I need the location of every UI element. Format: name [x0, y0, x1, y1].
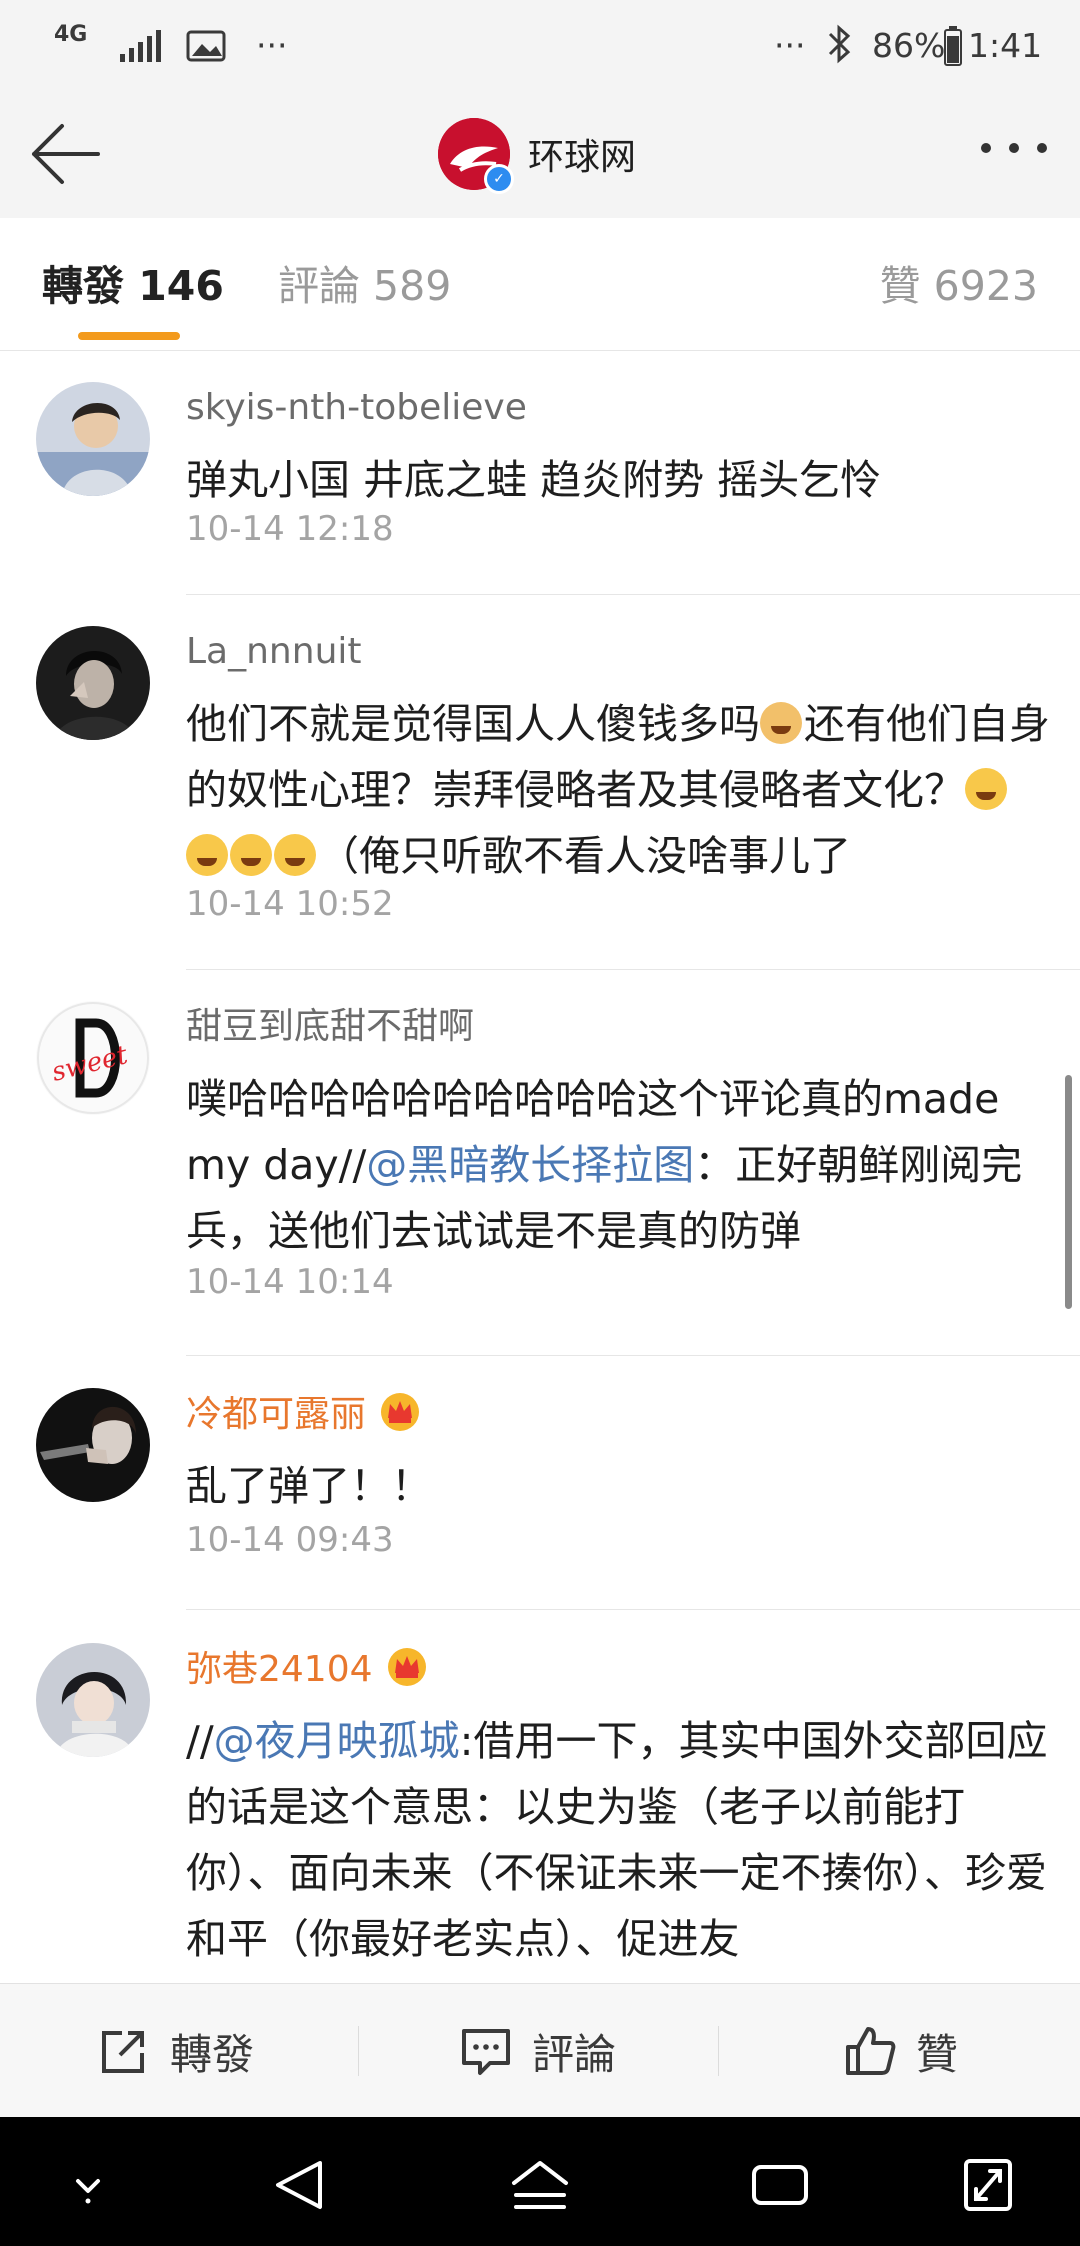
username[interactable]: 弥巷24104: [186, 1645, 429, 1694]
laugh-cry-emoji-icon: [230, 834, 272, 876]
divider: [358, 2026, 359, 2076]
timestamp: 10-14 09:43: [186, 1520, 394, 1560]
battery-icon: [944, 26, 962, 66]
share-icon: [102, 2031, 144, 2073]
back-triangle-icon[interactable]: [270, 2157, 330, 2213]
account-avatar[interactable]: ✓: [438, 118, 514, 194]
timestamp: 10-14 10:52: [186, 884, 394, 924]
timestamp: 10-14 12:18: [186, 509, 394, 549]
page-title: 环球网: [528, 137, 637, 178]
tab-reposts[interactable]: 轉發 146: [42, 258, 224, 314]
expand-icon[interactable]: [958, 2157, 1018, 2213]
like-button[interactable]: 贊: [844, 1984, 958, 2118]
avatar[interactable]: [36, 1388, 150, 1502]
avatar[interactable]: [36, 1643, 150, 1757]
username[interactable]: 甜豆到底甜不甜啊: [186, 1003, 474, 1051]
list-item[interactable]: 弥巷24104 //@夜月映孤城:借用一下，其实中国外交部回应的话是这个意思：以…: [0, 1610, 1080, 1983]
username[interactable]: skyis-nth-tobelieve: [186, 384, 527, 432]
more-options-icon[interactable]: [976, 138, 1052, 158]
bluetooth-icon: [828, 24, 851, 64]
avatar[interactable]: [36, 626, 150, 740]
more-notifications-indicator: ···: [256, 26, 288, 65]
tab-comments[interactable]: 評論 589: [278, 258, 451, 314]
vip-crown-icon: [387, 1648, 426, 1686]
username[interactable]: 冷都可露丽: [186, 1390, 422, 1439]
list-item[interactable]: skyis-nth-tobelieve 弹丸小国 井底之蛙 趋炎附势 摇头乞怜 …: [0, 351, 1080, 595]
thumbs-up-icon: [846, 2027, 896, 2075]
avatar[interactable]: [36, 382, 150, 496]
comment-text: 噗哈哈哈哈哈哈哈哈哈哈这个评论真的made my day//@黑暗教长择拉图：正…: [186, 1075, 1023, 1255]
account-header[interactable]: ✓ 环球网: [438, 116, 637, 194]
list-item[interactable]: La_nnnuit 他们不就是觉得国人人傻钱多吗 还有他们自身的奴性心理？崇拜侵略…: [0, 595, 1080, 970]
action-bar: 轉發 評論 贊: [0, 1983, 1080, 2118]
more-status-indicator: ···: [774, 26, 806, 65]
laugh-cry-emoji-icon: [186, 834, 228, 876]
comment-button[interactable]: 評論: [460, 1984, 616, 2118]
divider: [718, 2026, 719, 2076]
back-arrow-icon[interactable]: [26, 118, 106, 190]
network-type: 4G: [54, 22, 88, 47]
repost-button[interactable]: 轉發: [98, 1984, 254, 2118]
signal-icon: [120, 30, 161, 62]
list-item[interactable]: sweet 甜豆到底甜不甜啊 噗哈哈哈哈哈哈哈哈哈哈这个评论真的made my …: [0, 970, 1080, 1356]
mention-link[interactable]: @黑暗教长择拉图: [366, 1141, 694, 1189]
laugh-cry-emoji-icon: [274, 834, 316, 876]
gallery-notification-icon: [186, 30, 226, 62]
active-tab-indicator: [78, 332, 180, 340]
avatar[interactable]: sweet: [36, 1001, 150, 1115]
hide-keyboard-icon[interactable]: [58, 2157, 118, 2213]
home-icon[interactable]: [510, 2157, 570, 2213]
laugh-cry-emoji-icon: [965, 768, 1007, 810]
tab-likes[interactable]: 贊 6923: [880, 258, 1038, 314]
doge-emoji-icon: [760, 702, 802, 744]
status-bar: 4G ··· ··· 86% 1:41: [0, 0, 1080, 92]
nav-bar: ✓ 环球网: [0, 92, 1080, 219]
tab-bar: 轉發 146 評論 589 贊 6923: [0, 218, 1080, 351]
comment-icon: [462, 2029, 510, 2075]
list-item[interactable]: 冷都可露丽 乱了弹了！！ 10-14 09:43: [0, 1356, 1080, 1610]
repost-list[interactable]: skyis-nth-tobelieve 弹丸小国 井底之蛙 趋炎附势 摇头乞怜 …: [0, 351, 1080, 1983]
clock: 1:41: [968, 26, 1043, 65]
comment-text: 弹丸小国 井底之蛙 趋炎附势 摇头乞怜: [186, 456, 882, 504]
recent-apps-icon[interactable]: [750, 2157, 810, 2213]
verified-badge-icon: ✓: [484, 164, 514, 194]
comment-text: 他们不就是觉得国人人傻钱多吗 还有他们自身的奴性心理？崇拜侵略者及其侵略者文化？（…: [186, 700, 1050, 880]
timestamp: 10-14 10:14: [186, 1262, 394, 1302]
comment-text: 乱了弹了！！: [186, 1462, 432, 1510]
username[interactable]: La_nnnuit: [186, 628, 362, 676]
system-navigation-bar: [0, 2117, 1080, 2246]
mention-link[interactable]: @夜月映孤城: [214, 1717, 460, 1765]
comment-text: //@夜月映孤城:借用一下，其实中国外交部回应的话是这个意思：以史为鉴（老子以前…: [186, 1717, 1048, 1963]
scrollbar[interactable]: [1065, 1075, 1072, 1309]
vip-crown-icon: [381, 1393, 420, 1431]
battery-level: 86%: [872, 26, 946, 65]
